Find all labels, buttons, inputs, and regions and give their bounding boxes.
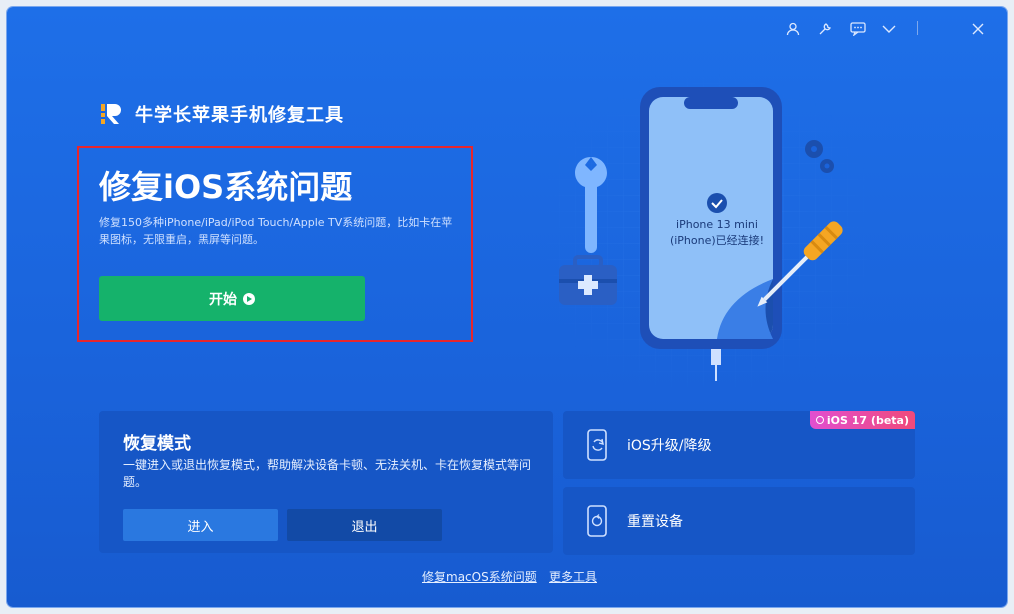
reset-device-label: 重置设备 (627, 514, 683, 530)
reset-device-card[interactable]: 重置设备 (563, 487, 915, 555)
app-name: 牛学长苹果手机修复工具 (135, 105, 344, 126)
play-icon (243, 292, 255, 305)
recovery-mode-card: 恢复模式 一键进入或退出恢复模式，帮助解决设备卡顿、无法关机、卡在恢复模式等问题… (99, 411, 553, 553)
ios-upgrade-card[interactable]: iOS升级/降级 iOS 17 (beta) (563, 411, 915, 479)
badge-icon (815, 416, 824, 424)
brand: 牛学长苹果手机修复工具 (99, 101, 344, 127)
exit-recovery-button[interactable]: 退出 (287, 509, 442, 541)
hero-description: 修复150多种iPhone/iPad/iPod Touch/Apple TV系统… (99, 216, 453, 246)
device-connected-text: (iPhone)已经连接! (669, 234, 765, 247)
phone-reset-icon (587, 505, 607, 537)
app-logo-icon (101, 104, 121, 124)
ios-upgrade-label: iOS升级/降级 (627, 438, 712, 454)
device-illustration: iPhone 13 mini (iPhone)已经连接! (527, 67, 887, 407)
repair-ios-section: 修复iOS系统问题 修复150多种iPhone/iPad/iPod Touch/… (77, 146, 473, 342)
recovery-title: 恢复模式 (123, 434, 191, 454)
close-icon[interactable] (967, 18, 989, 40)
badge-text: iOS 17 (beta) (826, 413, 909, 427)
page-title: 修复iOS系统问题 (99, 168, 353, 206)
device-status: iPhone 13 mini (iPhone)已经连接! (662, 217, 772, 249)
phone-update-icon (587, 429, 607, 461)
titlebar-divider (917, 21, 918, 35)
start-button-label: 开始 (209, 291, 237, 308)
more-tools-link[interactable]: 更多工具 (549, 568, 597, 585)
start-button[interactable]: 开始 (99, 276, 365, 321)
wrench-icon[interactable] (814, 18, 836, 40)
chevron-down-icon[interactable] (878, 18, 900, 40)
ios-beta-badge: iOS 17 (beta) (809, 411, 915, 429)
enter-recovery-button[interactable]: 进入 (123, 509, 278, 541)
feedback-icon[interactable] (847, 18, 869, 40)
title-bar (7, 7, 1007, 49)
recovery-description: 一键进入或退出恢复模式，帮助解决设备卡顿、无法关机、卡在恢复模式等问题。 (123, 458, 532, 489)
repair-macos-link[interactable]: 修复macOS系统问题 (422, 568, 537, 585)
user-icon[interactable] (782, 18, 804, 40)
device-model: iPhone 13 mini (676, 218, 758, 231)
app-window: 牛学长苹果手机修复工具 修复iOS系统问题 修复150多种iPhone/iPad… (7, 7, 1007, 607)
